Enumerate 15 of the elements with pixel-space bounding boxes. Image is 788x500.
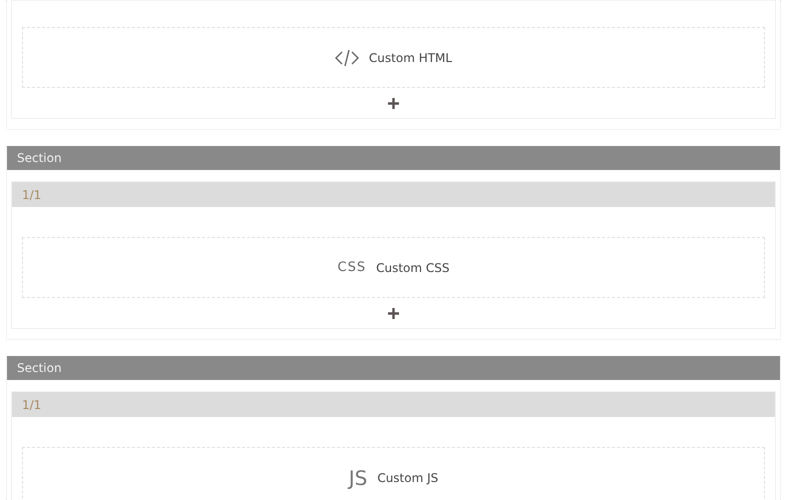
- element-block[interactable]: JS Custom JS: [22, 447, 765, 500]
- element-label: Custom CSS: [376, 260, 450, 274]
- section-title: Section: [17, 151, 62, 165]
- js-icon: JS: [348, 466, 368, 490]
- column-label: 1/1: [22, 398, 42, 412]
- element-label: Custom HTML: [368, 50, 452, 64]
- section-title: Section: [17, 361, 62, 375]
- column-label: 1/1: [22, 188, 42, 202]
- element-label: Custom JS: [377, 470, 438, 484]
- element-block[interactable]: CSS Custom CSS: [22, 237, 765, 298]
- add-icon[interactable]: [388, 308, 399, 318]
- add-icon[interactable]: [388, 98, 399, 108]
- element-block[interactable]: Custom HTML: [22, 27, 765, 88]
- code-icon: [334, 48, 359, 66]
- css-icon: CSS: [338, 260, 366, 275]
